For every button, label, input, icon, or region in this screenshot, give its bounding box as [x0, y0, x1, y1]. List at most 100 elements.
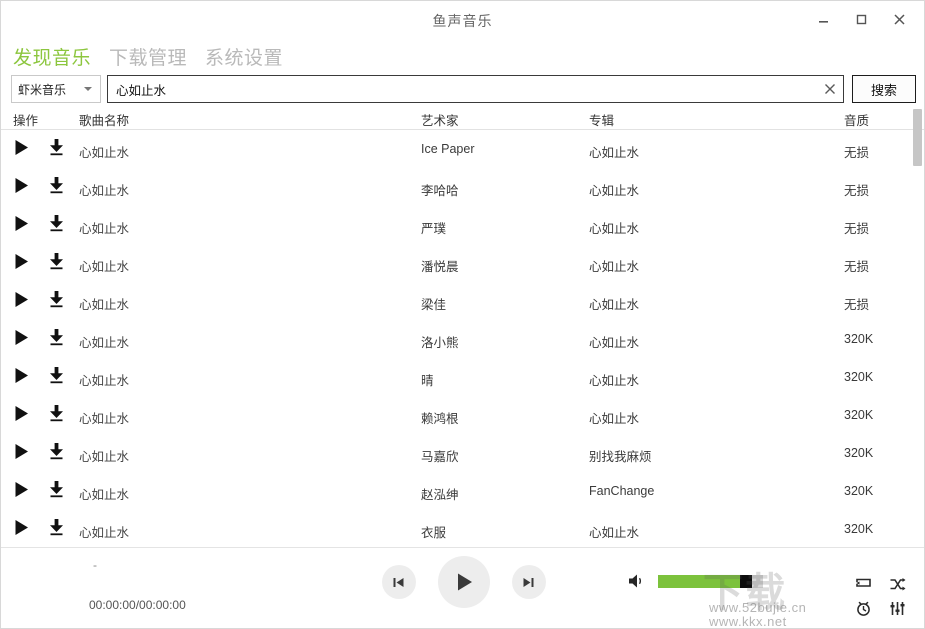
music-source-select[interactable]: 虾米音乐 [11, 75, 101, 103]
search-input[interactable]: 心如止水 [108, 80, 817, 99]
chevron-down-icon [84, 87, 92, 91]
cell-song: 心如止水 [79, 522, 129, 541]
column-header-quality: 音质 [844, 110, 869, 129]
download-row-icon[interactable] [48, 138, 65, 156]
next-button[interactable] [512, 565, 546, 599]
download-row-icon[interactable] [48, 404, 65, 422]
cell-album: 心如止水 [589, 408, 639, 427]
app-window: 鱼声音乐 发现音乐 下载管理 系统设置 [0, 0, 925, 629]
table-row[interactable]: 心如止水 严璞 心如止水 无损 [1, 206, 925, 244]
table-row[interactable]: 心如止水赵泓绅FanChange320K [1, 472, 925, 510]
watermark-cn-text: 下载 [703, 560, 787, 618]
search-button[interactable]: 搜索 [852, 75, 916, 103]
player-options [846, 572, 914, 620]
speaker-icon[interactable] [628, 573, 648, 589]
download-row-icon[interactable] [48, 518, 65, 536]
row-actions [13, 404, 65, 422]
play-row-icon[interactable] [13, 139, 30, 156]
equalizer-icon[interactable] [889, 601, 906, 616]
row-actions [13, 214, 65, 232]
cell-artist: 晴 [421, 370, 434, 389]
row-actions [13, 328, 65, 346]
tab-download-manager[interactable]: 下载管理 [109, 43, 187, 70]
tab-discover-music[interactable]: 发现音乐 [13, 43, 91, 70]
play-row-icon[interactable] [13, 215, 30, 232]
cell-artist: 马嘉欣 [421, 446, 459, 465]
previous-button[interactable] [382, 565, 416, 599]
table-row[interactable]: 心如止水梁佳心如止水无损 [1, 282, 925, 320]
table-row[interactable]: 心如止水李哈哈心如止水无损 [1, 168, 925, 206]
download-row-icon[interactable] [48, 176, 65, 194]
repeat-icon[interactable] [855, 577, 872, 592]
play-row-icon[interactable] [13, 329, 30, 346]
cell-quality: 无损 [844, 256, 869, 275]
player-bar: - 00:00:00/00:00:00 [1, 547, 925, 628]
maximize-icon [855, 13, 868, 26]
next-icon [521, 575, 536, 590]
cell-album: FanChange [589, 484, 654, 498]
cell-album: 心如止水 [589, 218, 639, 237]
download-row-icon[interactable] [48, 442, 65, 460]
cell-song: 心如止水 [79, 294, 129, 313]
table-row[interactable]: 心如止水潘悦晨心如止水无损 [1, 244, 925, 282]
cell-quality: 320K [844, 332, 873, 346]
shuffle-icon[interactable] [889, 577, 906, 592]
play-row-icon[interactable] [13, 519, 30, 536]
play-row-icon[interactable] [13, 177, 30, 194]
cell-artist: 赵泓绅 [421, 484, 459, 503]
play-button[interactable] [438, 556, 490, 608]
results-scrollbar[interactable] [913, 107, 922, 550]
play-icon [452, 570, 476, 594]
table-row[interactable]: 心如止水赖鸿根心如止水320K [1, 396, 925, 434]
cell-song: 心如止水 [79, 218, 129, 237]
cell-artist: 衣服 [421, 522, 446, 541]
play-row-icon[interactable] [13, 367, 30, 384]
search-input-wrap[interactable]: 心如止水 [107, 75, 844, 103]
cell-artist: 赖鸿根 [421, 408, 459, 427]
table-row[interactable]: 心如止水晴心如止水320K [1, 358, 925, 396]
cell-album: 心如止水 [589, 332, 639, 351]
volume-fill [658, 575, 740, 588]
play-row-icon[interactable] [13, 253, 30, 270]
cell-album: 心如止水 [589, 180, 639, 199]
play-row-icon[interactable] [13, 291, 30, 308]
window-controls [804, 5, 918, 33]
music-source-value: 虾米音乐 [12, 81, 84, 98]
play-row-icon[interactable] [13, 443, 30, 460]
table-row[interactable]: 心如止水衣服心如止水320K [1, 510, 925, 548]
download-row-icon[interactable] [48, 366, 65, 384]
cell-quality: 无损 [844, 294, 869, 313]
clear-icon[interactable] [817, 82, 843, 96]
close-button[interactable] [880, 5, 918, 33]
cell-quality: 无损 [844, 218, 869, 237]
maximize-button[interactable] [842, 5, 880, 33]
tab-system-settings[interactable]: 系统设置 [205, 43, 283, 70]
download-row-icon[interactable] [48, 290, 65, 308]
play-row-icon[interactable] [13, 405, 30, 422]
volume-thumb[interactable] [740, 575, 752, 588]
cell-album: 心如止水 [589, 522, 639, 541]
row-actions [13, 290, 65, 308]
table-row[interactable]: 心如止水马嘉欣别找我麻烦320K [1, 434, 925, 472]
playback-time: 00:00:00/00:00:00 [89, 598, 186, 612]
cell-quality: 320K [844, 446, 873, 460]
table-row[interactable]: 心如止水Ice Paper心如止水无损 [1, 130, 925, 168]
row-actions [13, 480, 65, 498]
play-row-icon[interactable] [13, 481, 30, 498]
volume-slider[interactable] [658, 575, 763, 588]
scrollbar-thumb[interactable] [913, 109, 922, 166]
download-row-icon[interactable] [48, 252, 65, 270]
results-table: 操作 歌曲名称 艺术家 专辑 音质 心如止水Ice Paper心如止水无损心如止… [1, 107, 925, 550]
table-row[interactable]: 心如止水洛小熊心如止水320K [1, 320, 925, 358]
column-header-album: 专辑 [589, 110, 614, 129]
download-row-icon[interactable] [48, 214, 65, 232]
cell-song: 心如止水 [79, 446, 129, 465]
sleep-timer-icon[interactable] [855, 600, 872, 617]
cell-artist: 严璞 [421, 218, 446, 237]
minimize-button[interactable] [804, 5, 842, 33]
download-row-icon[interactable] [48, 480, 65, 498]
cell-artist: 洛小熊 [421, 332, 459, 351]
download-row-icon[interactable] [48, 328, 65, 346]
now-playing-title: - [93, 558, 97, 572]
window-title: 鱼声音乐 [1, 11, 924, 31]
